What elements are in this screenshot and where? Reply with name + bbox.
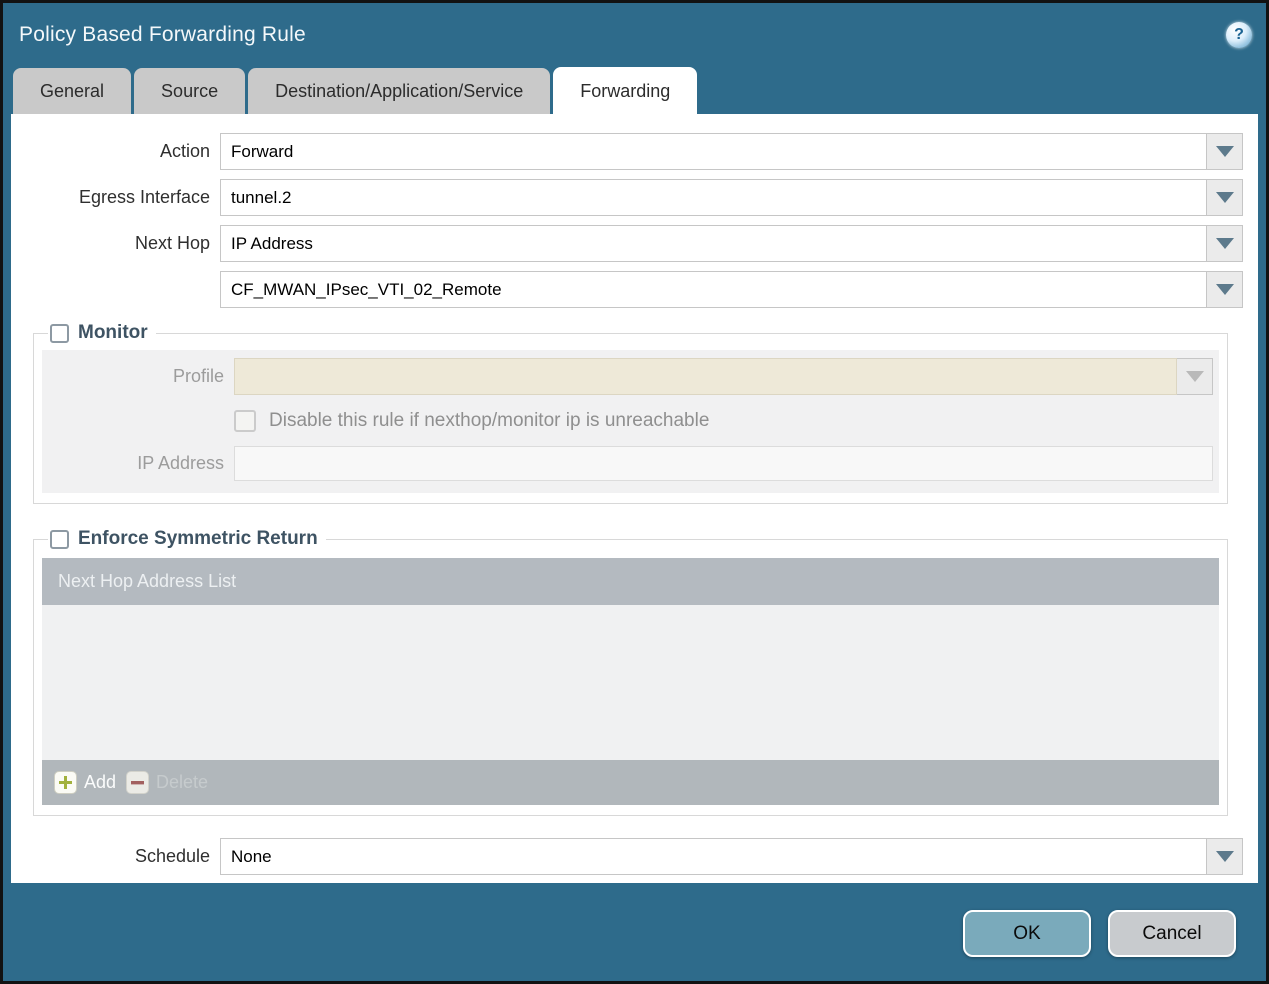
schedule-row: Schedule None	[11, 838, 1243, 875]
disable-rule-row: Disable this rule if nexthop/monitor ip …	[234, 410, 1213, 432]
monitor-panel: Profile Disable this rule if nexthop/mon…	[42, 350, 1219, 493]
next-hop-row: Next Hop IP Address	[11, 225, 1243, 262]
egress-interface-row: Egress Interface tunnel.2	[11, 179, 1243, 216]
next-hop-address-row: CF_MWAN_IPsec_VTI_02_Remote	[11, 271, 1243, 308]
profile-row: Profile	[42, 358, 1213, 395]
dialog-title: Policy Based Forwarding Rule	[19, 23, 306, 46]
symmetric-return-legend: Enforce Symmetric Return	[48, 528, 326, 550]
tab-bar: General Source Destination/Application/S…	[3, 67, 1266, 114]
chevron-down-icon	[1215, 192, 1234, 203]
monitor-ip-label: IP Address	[137, 453, 224, 473]
egress-interface-dropdown-button[interactable]	[1207, 179, 1243, 216]
schedule-label: Schedule	[134, 846, 210, 866]
schedule-select[interactable]: None	[220, 838, 1207, 875]
schedule-dropdown-button[interactable]	[1207, 838, 1243, 875]
delete-button-label: Delete	[156, 772, 209, 792]
egress-interface-label: Egress Interface	[78, 187, 210, 207]
help-icon[interactable]: ?	[1226, 22, 1252, 48]
next-hop-address-list-toolbar: Add Delete	[42, 760, 1219, 805]
chevron-down-icon	[1215, 238, 1234, 249]
monitor-ip-row: IP Address	[42, 446, 1213, 481]
tab-forwarding[interactable]: Forwarding	[553, 67, 698, 114]
next-hop-label: Next Hop	[134, 233, 210, 253]
profile-dropdown-button	[1177, 358, 1213, 395]
monitor-legend: Monitor	[48, 322, 156, 344]
next-hop-dropdown-button[interactable]	[1207, 225, 1243, 262]
next-hop-address-dropdown-button[interactable]	[1207, 271, 1243, 308]
egress-interface-select[interactable]: tunnel.2	[220, 179, 1207, 216]
chevron-down-icon	[1215, 284, 1234, 295]
next-hop-address-list-header: Next Hop Address List	[42, 558, 1219, 605]
add-button[interactable]: Add	[54, 771, 116, 794]
next-hop-address-table: Next Hop Address List Add Delete	[42, 558, 1219, 805]
dialog-titlebar: Policy Based Forwarding Rule ?	[3, 3, 1266, 67]
monitor-title: Monitor	[78, 322, 148, 343]
tab-destination-application-service[interactable]: Destination/Application/Service	[248, 68, 551, 114]
symmetric-return-section: Enforce Symmetric Return Next Hop Addres…	[33, 528, 1228, 816]
monitor-ip-input	[234, 446, 1213, 481]
disable-rule-label: Disable this rule if nexthop/monitor ip …	[269, 410, 710, 431]
monitor-section: Monitor Profile Disable this rule if nex…	[33, 322, 1228, 504]
action-dropdown-button[interactable]	[1207, 133, 1243, 170]
action-label: Action	[159, 141, 210, 161]
monitor-checkbox[interactable]	[50, 323, 69, 343]
action-select[interactable]: Forward	[220, 133, 1207, 170]
forwarding-tab-panel: Action Forward Egress Interface tunnel.2…	[11, 114, 1258, 883]
cancel-button[interactable]: Cancel	[1108, 910, 1236, 957]
symmetric-return-title: Enforce Symmetric Return	[78, 528, 318, 549]
symmetric-return-checkbox[interactable]	[50, 529, 69, 549]
action-row: Action Forward	[11, 133, 1243, 170]
add-button-label: Add	[84, 772, 117, 792]
plus-icon	[54, 771, 77, 794]
delete-button: Delete	[126, 771, 208, 794]
chevron-down-icon	[1215, 851, 1234, 862]
chevron-down-icon	[1215, 146, 1234, 157]
chevron-down-icon	[1185, 371, 1204, 382]
profile-label: Profile	[172, 366, 224, 386]
tab-source[interactable]: Source	[134, 68, 246, 114]
tab-general[interactable]: General	[13, 68, 132, 114]
ok-button[interactable]: OK	[963, 910, 1091, 957]
minus-icon	[126, 771, 150, 794]
next-hop-address-select[interactable]: CF_MWAN_IPsec_VTI_02_Remote	[220, 271, 1207, 308]
disable-rule-checkbox	[234, 410, 256, 432]
next-hop-address-list-body[interactable]	[42, 605, 1219, 760]
dialog-footer: OK Cancel	[3, 883, 1266, 957]
pbf-rule-dialog: Policy Based Forwarding Rule ? General S…	[0, 0, 1269, 984]
profile-select	[234, 358, 1177, 395]
next-hop-type-select[interactable]: IP Address	[220, 225, 1207, 262]
